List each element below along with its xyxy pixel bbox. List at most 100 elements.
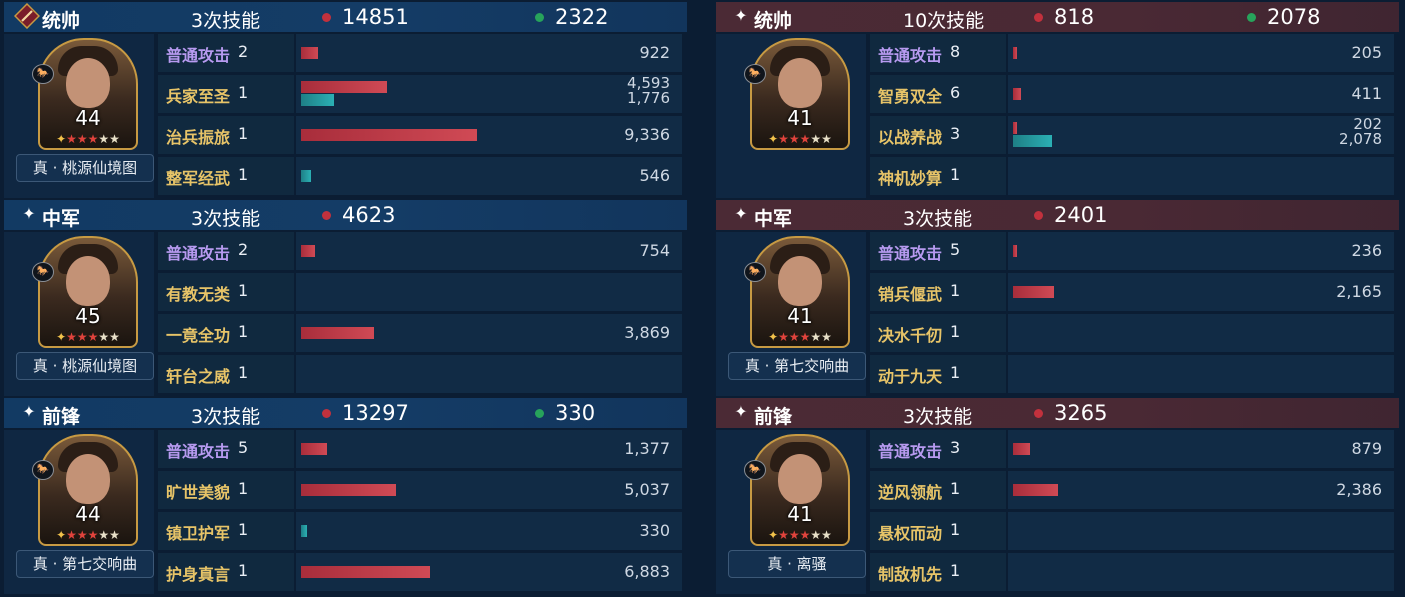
damage-dot-icon (322, 13, 331, 22)
star-rating: ✦★★★★★ (768, 132, 832, 146)
skill-label-cell: 兵家至圣 1 (158, 75, 294, 113)
portrait-face (66, 256, 110, 306)
heal-bar (301, 94, 334, 106)
general-panel: ✦ 统帅 10次技能 818 2078 41 ✦★★★★★ 🐎 普通攻击 8 205 智勇双全 6 411… (716, 2, 1399, 198)
skill-row: 整军经武 1 546 (158, 157, 686, 195)
skill-bar-cell: 546 (296, 157, 682, 195)
skill-cast-count: 3 (950, 438, 961, 457)
skill-label-cell: 动于九天 1 (870, 355, 1006, 393)
skill-row: 动于九天 1 (870, 355, 1398, 393)
skill-bar-cell (296, 273, 682, 311)
equipment-tag[interactable]: 真 · 第七交响曲 (728, 352, 866, 380)
skill-name: 普通攻击 (166, 442, 231, 461)
star-rating: ✦★★★★★ (768, 528, 832, 542)
equipment-tag[interactable]: 真 · 第七交响曲 (16, 550, 154, 578)
skill-label-cell: 普通攻击 8 (870, 34, 1006, 72)
skill-bar-cell: 922 (296, 34, 682, 72)
horse-icon: 🐎 (32, 460, 54, 480)
general-card[interactable]: 45 ✦★★★★★ 🐎 真 · 桃源仙境图 (4, 232, 154, 396)
skill-row: 有教无类 1 (158, 273, 686, 311)
skill-bar-cell: 9,336 (296, 116, 682, 154)
skill-bar-cell (296, 355, 682, 393)
equipment-tag[interactable]: 真 · 桃源仙境图 (16, 154, 154, 182)
skill-label-cell: 决水千仞 1 (870, 314, 1006, 352)
general-card[interactable]: 44 ✦★★★★★ 🐎 真 · 桃源仙境图 (4, 34, 154, 198)
skill-name: 兵家至圣 (166, 87, 231, 106)
general-portrait[interactable]: 44 ✦★★★★★ (38, 434, 138, 546)
skill-name: 神机妙算 (878, 169, 943, 188)
equipment-tag[interactable]: 真 · 离骚 (728, 550, 866, 578)
damage-value: 3,869 (624, 323, 670, 342)
portrait-face (778, 454, 822, 504)
right-team: ✦ 统帅 10次技能 818 2078 41 ✦★★★★★ 🐎 普通攻击 8 205 智勇双全 6 411… (716, 0, 1399, 597)
equipment-tag[interactable]: 真 · 桃源仙境图 (16, 352, 154, 380)
general-card[interactable]: 41 ✦★★★★★ 🐎 真 · 第七交响曲 (716, 232, 866, 396)
skill-bar-cell: 411 (1008, 75, 1394, 113)
damage-bar (301, 566, 430, 578)
skill-bar-cell: 6,883 (296, 553, 682, 591)
heal-bar (1013, 135, 1052, 147)
general-portrait[interactable]: 45 ✦★★★★★ (38, 236, 138, 348)
skill-count-label: 3次技能 (191, 208, 261, 230)
total-damage: 4623 (342, 203, 396, 227)
skill-cast-count: 8 (950, 42, 961, 61)
horse-icon: 🐎 (744, 64, 766, 84)
skill-row: 神机妙算 1 (870, 157, 1398, 195)
damage-bar (1013, 484, 1058, 496)
heal-bar (301, 170, 311, 182)
role-label: 前锋 (754, 406, 793, 428)
skill-bar-cell: 3,869 (296, 314, 682, 352)
skill-row: 镇卫护军 1 330 (158, 512, 686, 550)
general-card[interactable]: 41 ✦★★★★★ 🐎 (716, 34, 866, 198)
skill-bar-cell (1008, 314, 1394, 352)
damage-bar (301, 443, 327, 455)
skill-count-label: 3次技能 (903, 406, 973, 428)
skill-bar-cell: 330 (296, 512, 682, 550)
four-point-star-icon: ✦ (734, 204, 748, 223)
general-portrait[interactable]: 41 ✦★★★★★ (750, 38, 850, 150)
skill-name: 旷世美貌 (166, 483, 231, 502)
general-portrait[interactable]: 41 ✦★★★★★ (750, 236, 850, 348)
general-card[interactable]: 44 ✦★★★★★ 🐎 真 · 第七交响曲 (4, 430, 154, 594)
skill-name: 悬权而动 (878, 524, 943, 543)
damage-value: 411 (1351, 84, 1382, 103)
skill-bar-cell (1008, 355, 1394, 393)
panel-header: ✦ 统帅 10次技能 818 2078 (716, 2, 1399, 32)
general-card[interactable]: 41 ✦★★★★★ 🐎 真 · 离骚 (716, 430, 866, 594)
skill-label-cell: 一竟全功 1 (158, 314, 294, 352)
role-label: 中军 (42, 208, 81, 230)
skill-label-cell: 销兵偃武 1 (870, 273, 1006, 311)
skill-name: 有教无类 (166, 285, 231, 304)
damage-value: 6,883 (624, 562, 670, 581)
damage-value: 5,037 (624, 480, 670, 499)
skill-cast-count: 1 (238, 165, 249, 184)
skill-cast-count: 1 (238, 520, 249, 539)
skill-label-cell: 治兵振旅 1 (158, 116, 294, 154)
total-damage: 14851 (342, 5, 409, 29)
general-level: 45 (75, 304, 101, 328)
panel-body: 45 ✦★★★★★ 🐎 真 · 桃源仙境图 普通攻击 2 754 有教无类 1 一竟全功 1 3,86… (4, 232, 687, 396)
damage-value: 236 (1351, 241, 1382, 260)
skill-label-cell: 普通攻击 2 (158, 232, 294, 270)
damage-bar (1013, 47, 1017, 59)
panel-header: 统帅 3次技能 14851 2322 (4, 2, 687, 32)
total-damage: 3265 (1054, 401, 1108, 425)
skill-name: 一竟全功 (166, 326, 231, 345)
skill-name: 制敌机先 (878, 565, 943, 584)
general-portrait[interactable]: 44 ✦★★★★★ (38, 38, 138, 150)
damage-dot-icon (1034, 409, 1043, 418)
skill-count-label: 3次技能 (903, 208, 973, 230)
skill-bar-cell: 879 (1008, 430, 1394, 468)
skill-name: 逆风领航 (878, 483, 943, 502)
skill-bar-cell: 5,037 (296, 471, 682, 509)
skill-row: 护身真言 1 6,883 (158, 553, 686, 591)
panel-body: 41 ✦★★★★★ 🐎 普通攻击 8 205 智勇双全 6 411 以战养战 3 202 2,078 神机… (716, 34, 1399, 198)
damage-dot-icon (1034, 211, 1043, 220)
skill-name: 普通攻击 (878, 244, 943, 263)
skill-row: 逆风领航 1 2,386 (870, 471, 1398, 509)
general-portrait[interactable]: 41 ✦★★★★★ (750, 434, 850, 546)
skill-cast-count: 1 (950, 479, 961, 498)
skill-label-cell: 神机妙算 1 (870, 157, 1006, 195)
skill-count-label: 3次技能 (191, 406, 261, 428)
total-damage: 2401 (1054, 203, 1108, 227)
